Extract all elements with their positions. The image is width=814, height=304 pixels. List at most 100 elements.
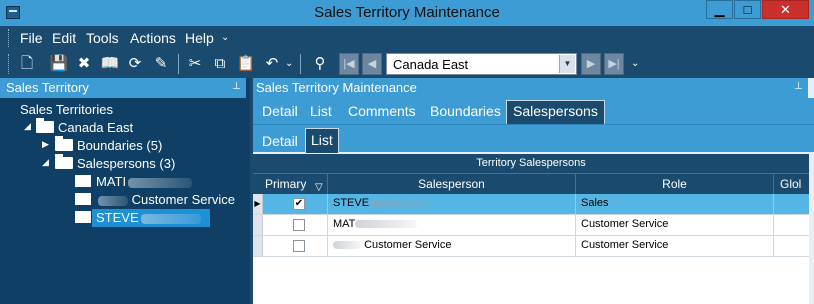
open-book-icon[interactable]: 📖 [100, 54, 120, 74]
tree-node-label: MATI [96, 174, 193, 189]
first-record-button[interactable]: |◀ [339, 53, 359, 75]
redacted-text [333, 241, 361, 250]
sales-territory-pane-header: Sales Territory ⊥ [0, 78, 246, 98]
delete-icon[interactable]: ✖ [74, 54, 94, 74]
cut-icon[interactable]: ✂ [185, 54, 205, 74]
table-row[interactable]: MAT Customer Service [253, 215, 809, 236]
row-header[interactable] [253, 236, 263, 256]
tree-node-salespersons[interactable]: ◢ Salespersons (3) [0, 154, 250, 173]
tree-node-person[interactable]: MATI [0, 173, 250, 191]
redacted-text [98, 195, 128, 206]
close-button[interactable]: ✕ [762, 0, 809, 19]
table-row[interactable]: ▶ ✔ STEVE Sales [253, 194, 809, 215]
territory-select-value: Canada East [393, 57, 469, 72]
menu-actions[interactable]: Actions [130, 30, 176, 46]
territory-salespersons-grid: Territory Salespersons Primary ▽ Salespe… [253, 154, 809, 304]
tab-boundaries[interactable]: Boundaries [430, 103, 501, 119]
maximize-button[interactable]: □ [734, 0, 761, 19]
toolbar: 🗋 💾 ✖ 📖 ⟳ ✎ ✂ ⧉ 📋 ↶ ⌄ ⚲ |◀ ◀ Canada East… [0, 50, 814, 78]
global-cell[interactable] [774, 236, 809, 256]
menu-tools[interactable]: Tools [86, 30, 119, 46]
title-bar: Sales Territory Maintenance ▁ □ ✕ [0, 0, 814, 26]
undo-dropdown-icon[interactable]: ⌄ [285, 58, 293, 69]
binoculars-icon[interactable]: ⚲ [310, 54, 330, 74]
tree-node-label: Salespersons (3) [77, 156, 176, 171]
redacted-text [140, 213, 201, 224]
territory-select[interactable]: Canada East ▼ [386, 53, 577, 75]
toolbar-separator [300, 54, 301, 74]
menu-bar: File Edit Tools Actions Help ⌄ [0, 26, 814, 50]
menu-overflow-icon[interactable]: ⌄ [221, 32, 229, 43]
maintenance-pane: Sales Territory Maintenance ⊥ Detail Lis… [253, 78, 814, 304]
folder-icon [55, 136, 73, 151]
tree-node-boundaries[interactable]: ▶ Boundaries (5) [0, 136, 250, 155]
last-record-button[interactable]: ▶| [604, 53, 624, 75]
refresh-icon[interactable]: ⟳ [125, 54, 145, 74]
menu-file[interactable]: File [20, 30, 43, 46]
copy-icon[interactable]: ⧉ [210, 54, 230, 74]
subtab-list[interactable]: List [305, 128, 339, 153]
column-header-primary[interactable]: Primary ▽ [253, 174, 328, 194]
collapse-icon[interactable]: ◢ [42, 157, 52, 168]
menu-edit[interactable]: Edit [52, 30, 76, 46]
minimize-button[interactable]: ▁ [706, 0, 733, 19]
chevron-down-icon[interactable]: ▼ [559, 55, 575, 73]
expand-icon[interactable]: ▶ [42, 139, 52, 150]
brush-icon[interactable]: ✎ [151, 54, 171, 74]
tab-detail[interactable]: Detail [262, 103, 298, 119]
tree-node-territory[interactable]: ◢ Canada East [0, 118, 250, 137]
tab-list[interactable]: List [310, 103, 332, 119]
tab-comments[interactable]: Comments [348, 103, 416, 119]
salesperson-cell[interactable]: STEVE [328, 194, 576, 214]
pin-icon[interactable]: ⊥ [794, 81, 803, 92]
paste-icon[interactable]: 📋 [236, 54, 256, 74]
redacted-text [369, 199, 432, 208]
window-title: Sales Territory Maintenance [314, 4, 500, 21]
column-header-global[interactable]: Glol [774, 174, 809, 194]
toolbar-grip[interactable] [8, 54, 11, 74]
column-header-role[interactable]: Role [576, 174, 774, 194]
tab-salespersons[interactable]: Salespersons [506, 100, 605, 124]
collapse-icon[interactable]: ◢ [24, 121, 34, 132]
table-row[interactable]: Customer Service Customer Service [253, 236, 809, 257]
sub-tab-strip: Detail List [253, 124, 814, 153]
tree-node-label: STEVE [96, 210, 201, 225]
grid-title: Territory Salespersons [253, 154, 809, 174]
tree-node-root[interactable]: Sales Territories [0, 101, 250, 119]
row-header[interactable] [253, 215, 263, 235]
sales-territory-pane: Sales Territory ⊥ Sales Territories ◢ Ca… [0, 78, 250, 304]
global-cell[interactable] [774, 194, 809, 214]
tree-node-person-selected[interactable]: STEVE [0, 209, 250, 227]
primary-cell [263, 236, 328, 256]
toolbar-overflow-icon[interactable]: ⌄ [631, 58, 639, 69]
person-record-icon [75, 175, 91, 187]
territory-tree: Sales Territories ◢ Canada East ▶ Bounda… [0, 98, 250, 304]
save-icon[interactable]: 💾 [49, 54, 69, 74]
tree-node-person[interactable]: Customer Service [0, 191, 250, 209]
menu-grip[interactable] [8, 29, 11, 47]
previous-record-button[interactable]: ◀ [362, 53, 382, 75]
global-cell[interactable] [774, 215, 809, 235]
menu-help[interactable]: Help [185, 30, 214, 46]
tree-node-label: Boundaries (5) [77, 138, 163, 153]
column-header-salesperson[interactable]: Salesperson [328, 174, 576, 194]
folder-icon [55, 154, 73, 169]
redacted-text [128, 177, 193, 188]
undo-icon[interactable]: ↶ [262, 54, 282, 74]
pin-icon[interactable]: ⊥ [232, 81, 241, 92]
tree-node-label: Canada East [58, 120, 134, 135]
role-cell[interactable]: Customer Service [576, 215, 774, 235]
salesperson-cell[interactable]: MAT [328, 215, 576, 235]
current-row-indicator-icon: ▶ [253, 194, 263, 214]
tree-node-label: Customer Service [96, 192, 235, 207]
role-cell[interactable]: Customer Service [576, 236, 774, 256]
maintenance-pane-header: Sales Territory Maintenance ⊥ [253, 78, 808, 98]
maintenance-pane-title: Sales Territory Maintenance [256, 80, 417, 95]
next-record-button[interactable]: ▶ [581, 53, 601, 75]
salesperson-cell[interactable]: Customer Service [328, 236, 576, 256]
role-cell[interactable]: Sales [576, 194, 774, 214]
subtab-detail[interactable]: Detail [262, 133, 298, 149]
primary-cell [263, 194, 328, 214]
new-icon[interactable]: 🗋 [17, 54, 37, 74]
primary-cell [263, 215, 328, 235]
